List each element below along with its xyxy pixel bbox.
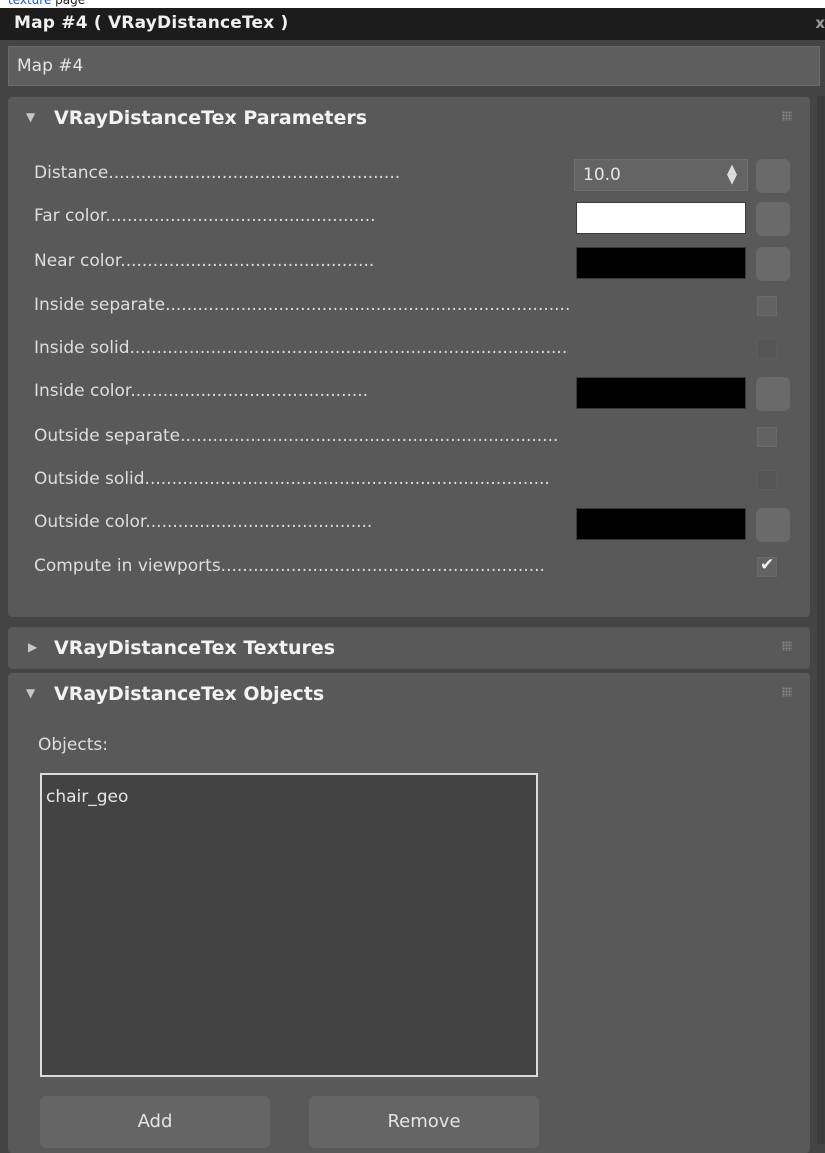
close-icon[interactable]: x xyxy=(815,14,825,32)
near-color-label: Near color..............................… xyxy=(34,251,375,271)
spinner-arrows-icon[interactable]: ▲ ▼ xyxy=(727,163,737,186)
inside-solid-row: Inside solid............................… xyxy=(34,334,794,364)
compute-viewports-checkbox[interactable]: ✔ xyxy=(757,555,777,577)
outside-color-label: Outside color...........................… xyxy=(34,512,373,532)
window-titlebar[interactable]: Map #4 ( VRayDistanceTex ) x xyxy=(0,8,825,40)
far-color-label: Far color...............................… xyxy=(34,206,376,226)
objects-title: VRayDistanceTex Objects xyxy=(54,683,325,705)
parameters-title: VRayDistanceTex Parameters xyxy=(54,107,368,129)
outside-color-map-button[interactable] xyxy=(756,508,790,542)
triangle-right-icon: ▶ xyxy=(28,640,38,654)
far-color-swatch[interactable] xyxy=(576,202,746,234)
map-name-field[interactable]: Map #4 xyxy=(8,46,820,86)
map-name-value: Map #4 xyxy=(17,56,84,76)
inside-separate-label: Inside separate.........................… xyxy=(34,295,571,315)
grip-icon[interactable] xyxy=(782,687,792,697)
distance-label: Distance................................… xyxy=(34,163,401,183)
near-color-swatch[interactable] xyxy=(576,247,746,279)
outside-separate-label: Outside separate........................… xyxy=(34,426,559,446)
parameters-rollout-header[interactable]: ▼ VRayDistanceTex Parameters xyxy=(8,97,810,139)
inside-separate-checkbox[interactable] xyxy=(757,296,777,316)
objects-rollout-header[interactable]: ▼ VRayDistanceTex Objects xyxy=(8,673,810,715)
list-item[interactable]: chair_geo xyxy=(46,787,128,807)
outside-solid-label: Outside solid...........................… xyxy=(34,469,550,489)
outside-separate-checkbox[interactable] xyxy=(757,427,777,447)
page-text: page xyxy=(51,0,86,7)
grip-icon[interactable] xyxy=(782,111,792,121)
near-color-map-button[interactable] xyxy=(756,247,790,281)
distance-spinner[interactable]: 10.0 ▲ ▼ xyxy=(574,159,748,191)
outside-color-swatch[interactable] xyxy=(576,508,746,540)
add-button[interactable]: Add xyxy=(40,1096,270,1148)
outside-separate-row: Outside separate........................… xyxy=(34,422,794,452)
textures-rollout-header[interactable]: ▶ VRayDistanceTex Textures xyxy=(8,627,810,669)
objects-listbox[interactable]: chair_geo xyxy=(40,773,538,1077)
inside-solid-checkbox[interactable] xyxy=(757,339,777,359)
outside-solid-checkbox[interactable] xyxy=(757,470,777,490)
triangle-down-icon: ▼ xyxy=(26,110,36,124)
remove-button[interactable]: Remove xyxy=(309,1096,539,1148)
compute-viewports-row: Compute in viewports....................… xyxy=(34,552,794,582)
inside-color-map-button[interactable] xyxy=(756,377,790,411)
window-title: Map #4 ( VRayDistanceTex ) xyxy=(14,13,289,33)
objects-label: Objects: xyxy=(38,735,108,755)
distance-map-button[interactable] xyxy=(756,159,790,193)
texture-link[interactable]: texture page xyxy=(8,0,85,7)
parameters-rollout: ▼ VRayDistanceTex Parameters Distance...… xyxy=(8,97,810,617)
grip-icon[interactable] xyxy=(782,641,792,651)
inside-separate-row: Inside separate.........................… xyxy=(34,291,794,321)
outside-solid-row: Outside solid...........................… xyxy=(34,465,794,495)
compute-viewports-label: Compute in viewports....................… xyxy=(34,556,545,576)
distance-value: 10.0 xyxy=(583,165,621,185)
near-color-row: Near color..............................… xyxy=(34,247,794,281)
inside-color-row: Inside color............................… xyxy=(34,377,794,411)
textures-title: VRayDistanceTex Textures xyxy=(54,637,336,659)
outside-color-row: Outside color...........................… xyxy=(34,508,794,542)
page-link-strip: texture page xyxy=(0,0,825,8)
textures-rollout: ▶ VRayDistanceTex Textures xyxy=(8,627,810,669)
checkmark-icon: ✔ xyxy=(760,555,775,575)
triangle-down-icon: ▼ xyxy=(26,686,36,700)
objects-rollout: ▼ VRayDistanceTex Objects Objects: chair… xyxy=(8,673,810,1153)
inside-color-label: Inside color............................… xyxy=(34,381,369,401)
far-color-map-button[interactable] xyxy=(756,202,790,236)
scrollbar-track[interactable] xyxy=(817,96,825,1144)
far-color-row: Far color...............................… xyxy=(34,202,794,236)
inside-color-swatch[interactable] xyxy=(576,377,746,409)
distance-row: Distance................................… xyxy=(34,159,794,193)
inside-solid-label: Inside solid............................… xyxy=(34,338,568,358)
